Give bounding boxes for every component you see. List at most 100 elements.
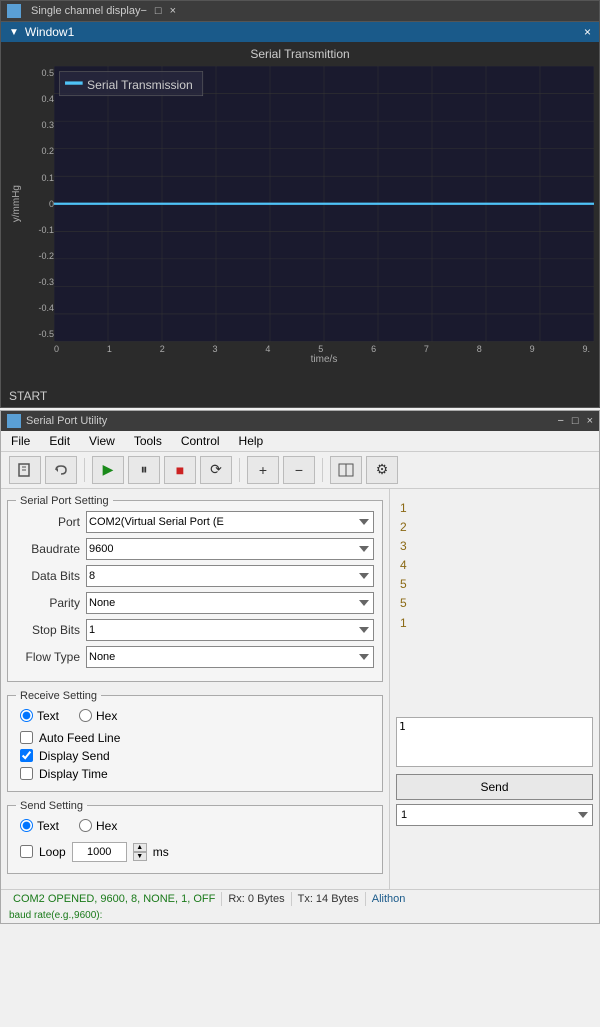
bottom-title-bar: Serial Port Utility − □ ×: [1, 411, 599, 431]
right-num-1: 1: [400, 499, 589, 518]
flowtype-row: Flow Type None: [16, 646, 374, 668]
status-baud-bar: baud rate(e.g.,9600):: [1, 908, 599, 923]
start-label[interactable]: START: [1, 385, 599, 407]
status-rx: Rx: 0 Bytes: [222, 892, 291, 906]
remove-btn[interactable]: −: [283, 456, 315, 484]
new-btn[interactable]: [9, 456, 41, 484]
bottom-window-title: Serial Port Utility: [26, 415, 107, 427]
receive-hex-radio[interactable]: [79, 709, 92, 722]
menu-control[interactable]: Control: [179, 433, 222, 449]
x-tick-9: 9: [530, 344, 535, 354]
parity-select[interactable]: None: [86, 592, 374, 614]
send-text-radio[interactable]: [20, 819, 33, 832]
display-send-checkbox[interactable]: [20, 749, 33, 762]
y-tick-m0.5: -0.5: [26, 329, 54, 339]
add-btn[interactable]: +: [247, 456, 279, 484]
layout-btn[interactable]: [330, 456, 362, 484]
menu-file[interactable]: File: [9, 433, 32, 449]
menu-edit[interactable]: Edit: [47, 433, 72, 449]
top-window: Single channel display − □ × ▼ Window1 ×…: [0, 0, 600, 408]
loop-value-input[interactable]: [72, 842, 127, 862]
window1-close[interactable]: ×: [584, 25, 591, 39]
display-send-label: Display Send: [39, 749, 110, 763]
right-bottom: 1: [396, 804, 593, 826]
send-hex-radio[interactable]: [79, 819, 92, 832]
top-window-icon: [7, 4, 21, 18]
port-select[interactable]: COM2(Virtual Serial Port (E: [86, 511, 374, 533]
status-com: COM2 OPENED, 9600, 8, NONE, 1, OFF: [7, 892, 222, 906]
baudrate-label: Baudrate: [16, 542, 86, 556]
parity-row: Parity None: [16, 592, 374, 614]
play-btn[interactable]: ▶: [92, 456, 124, 484]
main-content: Serial Port Setting Port COM2(Virtual Se…: [1, 489, 599, 889]
pause-btn[interactable]: ⏸: [128, 456, 160, 484]
bottom-window-icon: [7, 414, 21, 428]
x-tick-6: 6: [371, 344, 376, 354]
y-tick-m0.3: -0.3: [26, 277, 54, 287]
y-tick-0.2: 0.2: [26, 146, 54, 156]
send-button[interactable]: Send: [396, 774, 593, 800]
receive-format-row: Text Hex: [16, 706, 374, 726]
maximize-btn-bottom[interactable]: □: [572, 415, 579, 427]
stop-btn[interactable]: ■: [164, 456, 196, 484]
display-time-checkbox[interactable]: [20, 767, 33, 780]
loop-spinner: ▲ ▼: [133, 843, 147, 861]
title-controls: − □ ×: [557, 415, 593, 427]
maximize-btn[interactable]: □: [155, 5, 162, 17]
send-text-label: Text: [37, 819, 59, 833]
window1-bar: ▼ Window1 ×: [1, 22, 599, 42]
y-tick-0.5: 0.5: [26, 68, 54, 78]
minimize-btn[interactable]: −: [140, 5, 146, 17]
x-tick-1: 1: [107, 344, 112, 354]
autofeed-row: Auto Feed Line: [16, 729, 374, 747]
refresh-btn[interactable]: ⟳: [200, 456, 232, 484]
menu-help[interactable]: Help: [237, 433, 266, 449]
send-textarea[interactable]: 1: [396, 717, 593, 767]
send-format-row: Text Hex: [16, 816, 374, 836]
send-hex-radio-group: Hex: [79, 819, 117, 833]
loop-checkbox[interactable]: [20, 845, 33, 858]
flowtype-select[interactable]: None: [86, 646, 374, 668]
loop-btn[interactable]: [45, 456, 77, 484]
menu-tools[interactable]: Tools: [132, 433, 164, 449]
x-tick-7: 7: [424, 344, 429, 354]
stopbits-select[interactable]: 1: [86, 619, 374, 641]
window1-triangle: ▼: [9, 27, 19, 38]
display-time-label: Display Time: [39, 767, 108, 781]
close-btn-bottom[interactable]: ×: [587, 415, 593, 427]
x-tick-8: 8: [477, 344, 482, 354]
y-axis-label: y/mmHg: [11, 185, 22, 222]
parity-label: Parity: [16, 596, 86, 610]
loop-increment[interactable]: ▲: [133, 843, 147, 852]
baudrate-select[interactable]: 9600: [86, 538, 374, 560]
port-label: Port: [16, 515, 86, 529]
settings-btn[interactable]: ⚙: [366, 456, 398, 484]
status-tx: Tx: 14 Bytes: [292, 892, 366, 906]
databits-select[interactable]: 8: [86, 565, 374, 587]
ms-label: ms: [153, 845, 169, 859]
close-btn-top[interactable]: ×: [170, 5, 176, 17]
x-tick-0: 0: [54, 344, 59, 354]
status-baud-text: baud rate(e.g.,9600):: [9, 910, 102, 921]
stopbits-row: Stop Bits 1: [16, 619, 374, 641]
receive-text-radio[interactable]: [20, 709, 33, 722]
receive-setting-section: Receive Setting Text Hex Auto Feed Line: [7, 690, 383, 792]
loop-row: Loop ▲ ▼ ms: [16, 839, 374, 865]
hex-radio-group: Hex: [79, 709, 117, 723]
flowtype-label: Flow Type: [16, 650, 86, 664]
right-num-3: 3: [400, 537, 589, 556]
chart-title: Serial Transmittion: [6, 47, 594, 61]
y-tick-m0.4: -0.4: [26, 303, 54, 313]
chart-area: Serial Transmittion y/mmHg 0.5 0.4 0.3 0…: [1, 42, 599, 385]
minimize-btn-bottom[interactable]: −: [557, 415, 563, 427]
right-bottom-select[interactable]: 1: [396, 804, 593, 826]
status-alithon[interactable]: Alithon: [366, 892, 412, 906]
send-legend: Send Setting: [16, 800, 87, 812]
loop-decrement[interactable]: ▼: [133, 852, 147, 861]
loop-label: Loop: [39, 845, 66, 859]
port-row: Port COM2(Virtual Serial Port (E: [16, 511, 374, 533]
auto-feed-checkbox[interactable]: [20, 731, 33, 744]
receive-text-label: Text: [37, 709, 59, 723]
menu-view[interactable]: View: [87, 433, 117, 449]
databits-label: Data Bits: [16, 569, 86, 583]
